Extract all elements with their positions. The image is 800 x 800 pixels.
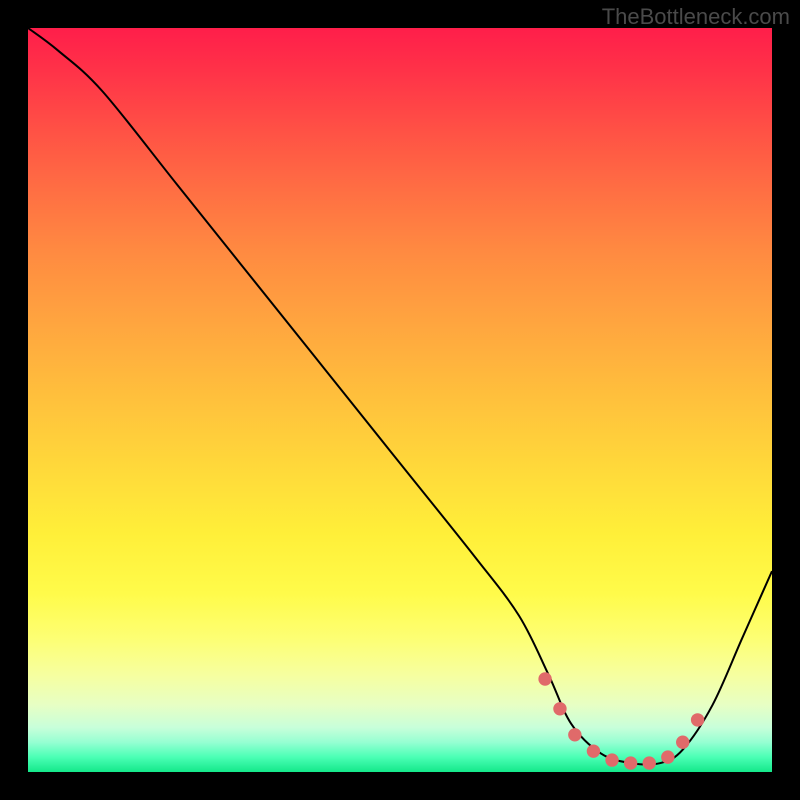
sweet-spot-dot — [643, 756, 656, 769]
sweet-spot-dot — [624, 756, 637, 769]
sweet-spot-dot — [691, 713, 704, 726]
watermark-text: TheBottleneck.com — [602, 4, 790, 30]
sweet-spot-dot — [605, 753, 618, 766]
sweet-spot-dot — [661, 750, 674, 763]
sweet-spot-dot — [538, 672, 551, 685]
sweet-spot-dot — [587, 744, 600, 757]
curve-svg — [28, 28, 772, 772]
sweet-spot-dot — [676, 736, 689, 749]
bottleneck-curve — [28, 28, 772, 765]
chart-area — [28, 28, 772, 772]
sweet-spot-dot — [568, 728, 581, 741]
sweet-spot-dot — [553, 702, 566, 715]
sweet-spot-dots — [538, 672, 704, 769]
